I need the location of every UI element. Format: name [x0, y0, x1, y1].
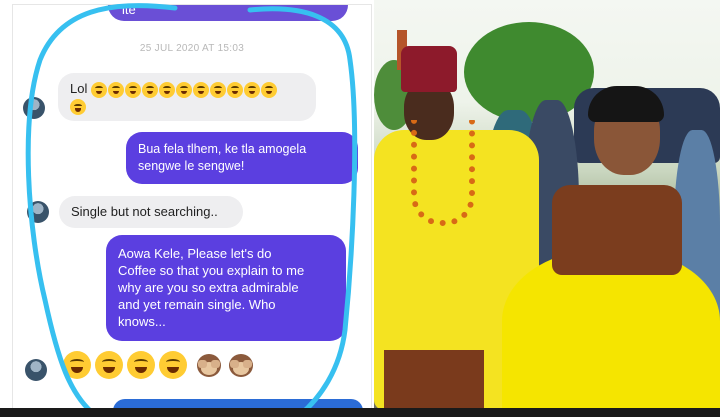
patterned-bodice — [552, 185, 682, 275]
message-text: Single but not searching.. — [71, 204, 218, 219]
message-line: sengwe le sengwe! — [138, 159, 245, 173]
screenshot-collage: ite 25 JUL 2020 AT 15:03 Lol Bua fela tl… — [0, 0, 720, 417]
laughing-face-icon — [243, 81, 260, 98]
laughing-emoji-row — [90, 81, 278, 98]
laughing-face-icon — [209, 81, 226, 98]
bride-hair — [588, 86, 664, 122]
laughing-face-icon — [175, 81, 192, 98]
message-line: Aowa Kele, Please let's do — [118, 246, 272, 261]
tongue-out-face-icon — [63, 351, 91, 379]
message-line: Bua fela tlhem, ke tla amogela — [138, 142, 307, 156]
laughing-face-icon — [226, 81, 243, 98]
message-line: and yet remain single. Who — [118, 297, 276, 312]
chat-timestamp: 25 JUL 2020 AT 15:03 — [139, 43, 245, 54]
previous-message-bubble[interactable]: ite — [108, 5, 348, 21]
see-no-evil-monkey-icon — [195, 351, 223, 379]
laughing-face-icon — [192, 81, 209, 98]
laughing-face-icon — [124, 81, 141, 98]
tongue-out-face-icon — [159, 351, 187, 379]
message-text: Lol — [70, 81, 88, 96]
messenger-chat-panel: ite 25 JUL 2020 AT 15:03 Lol Bua fela tl… — [12, 4, 372, 410]
laughing-face-icon — [260, 81, 277, 98]
contact-avatar[interactable] — [25, 359, 47, 381]
contact-avatar[interactable] — [27, 201, 49, 223]
message-line: Coffee so that you explain to me — [118, 263, 305, 278]
laughing-face-icon — [90, 81, 107, 98]
incoming-message[interactable]: Single but not searching.. — [59, 196, 243, 228]
red-hat — [401, 46, 457, 92]
laughing-face-icon — [70, 99, 86, 116]
emoji-message[interactable] — [63, 351, 259, 379]
image-border — [0, 408, 720, 417]
outgoing-message[interactable]: Aowa Kele, Please let's do Coffee so tha… — [106, 235, 346, 341]
tongue-out-face-icon — [95, 351, 123, 379]
wedding-photo — [374, 0, 720, 408]
laughing-face-icon — [158, 81, 175, 98]
coral-bead-necklace — [411, 120, 475, 226]
see-no-evil-monkey-icon — [227, 351, 255, 379]
tongue-out-face-icon — [127, 351, 155, 379]
outgoing-message[interactable]: Bua fela tlhem, ke tla amogela sengwe le… — [126, 132, 358, 184]
message-line: why are you so extra admirable — [118, 280, 299, 295]
message-line: knows... — [118, 314, 166, 329]
patterned-trousers — [384, 350, 484, 408]
laughing-face-icon — [107, 81, 124, 98]
contact-avatar[interactable] — [23, 97, 45, 119]
incoming-message-lol[interactable]: Lol — [58, 73, 316, 121]
laughing-face-icon — [141, 81, 158, 98]
